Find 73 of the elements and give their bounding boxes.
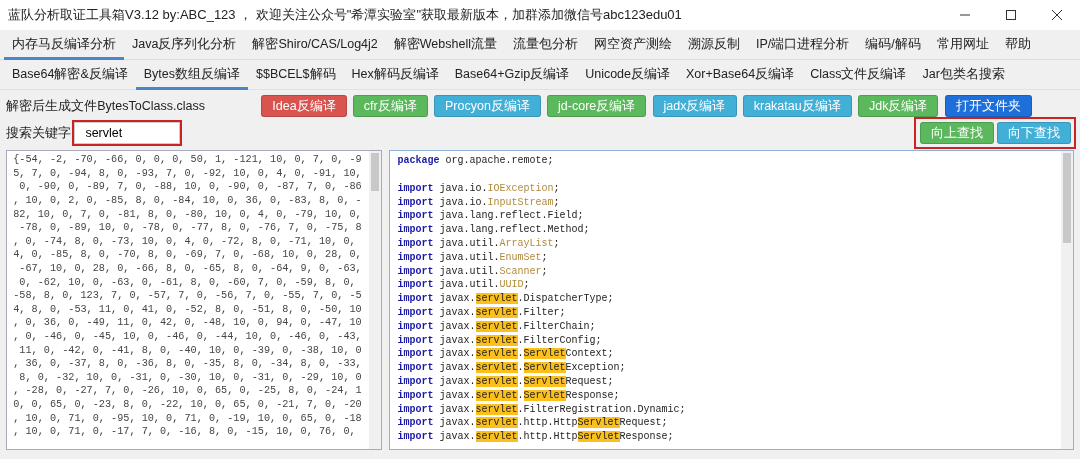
tab[interactable]: Unicode反编译: [577, 60, 679, 90]
byte-array-line: , 0, -46, 0, -45, 10, 0, -46, 0, -44, 10, 0, -46, 0, -43,: [13, 329, 363, 344]
code-line: import javax.servlet.http.HttpServletResponse;: [397, 430, 675, 444]
maximize-icon: [1005, 9, 1017, 21]
code-line: import javax.servlet.Filter;: [397, 306, 567, 320]
byte-array-line: -58, 8, 0, 123, 7, 0, -57, 7, 0, -56, 7, 0, -55, 7, 0, -5: [13, 289, 363, 303]
search-field[interactable]: servlet: [74, 122, 181, 145]
scrollbar[interactable]: [369, 151, 382, 450]
output-file-note: 解密后生成文件BytesToClass.class: [6, 97, 206, 115]
code-line: import javax.servlet.FilterConfig;: [397, 333, 603, 348]
tab[interactable]: Jar包类名搜索: [914, 60, 1013, 90]
tab[interactable]: Bytes数组反编译: [135, 60, 248, 90]
scrollbar-thumb[interactable]: [1062, 153, 1071, 244]
code-line: import java.util.ArrayList;: [397, 237, 561, 251]
tab[interactable]: 编码/解码: [857, 30, 929, 60]
search-label: 搜索关键字: [6, 124, 72, 142]
byte-array-line: , 0, -74, 8, 0, -73, 10, 0, 4, 0, -72, 8, 0, -71, 10, 0,: [13, 234, 357, 249]
code-line: import javax.servlet.ServletResponse;: [397, 388, 621, 403]
tab[interactable]: Base64+Gzip反编译: [446, 60, 578, 90]
tab[interactable]: 帮助: [996, 30, 1039, 60]
code-line: import java.lang.reflect.Field;: [397, 209, 585, 224]
byte-array-line: 8, 0, -32, 10, 0, -31, 0, -30, 10, 0, -31, 0, -29, 10, 0: [18, 370, 363, 385]
window-title: 蓝队分析取证工具箱V3.12 by:ABC_123 ， 欢迎关注公众号"希潭实验室"获取最新版本，加群添加微信号abc123edu01: [8, 6, 683, 25]
tab[interactable]: IP/端口进程分析: [747, 30, 858, 60]
byte-array-line: , -28, 0, -27, 7, 0, -26, 10, 0, 65, 0, -25, 8, 0, -24, 1: [13, 384, 363, 398]
scrollbar[interactable]: [1060, 151, 1073, 450]
close-icon: [1051, 9, 1063, 21]
byte-array-line: , 36, 0, -37, 8, 0, -36, 8, 0, -35, 8, 0, -34, 8, 0, -33,: [13, 357, 363, 371]
byte-array-line: -78, 0, -89, 10, 0, -78, 0, -77, 8, 0, -76, 7, 0, -75, 8: [18, 221, 363, 235]
byte-array-line: , 10, 0, 71, 0, -17, 7, 0, -16, 8, 0, -15, 10, 0, 76, 0,: [13, 425, 357, 439]
byte-array-line: 11, 0, -42, 0, -41, 8, 0, -40, 10, 0, -39, 0, -38, 10, 0: [18, 343, 363, 358]
tab[interactable]: Java反序列化分析: [124, 30, 245, 60]
code-line: import javax.servlet.ServletException;: [397, 361, 627, 375]
tab[interactable]: 常用网址: [928, 30, 997, 60]
byte-array-line: {-54, -2, -70, -66, 0, 0, 0, 50, 1, -121, 10, 0, 7, 0, -9: [13, 153, 363, 167]
decompile-button[interactable]: Idea反编译: [261, 95, 347, 118]
code-line: import java.util.Scanner;: [397, 264, 549, 279]
byte-array-line: 0, 0, 65, 0, -23, 8, 0, -22, 10, 0, 65, 0, -21, 7, 0, -20: [13, 397, 363, 412]
byte-array-line: , 10, 0, 2, 0, -85, 8, 0, -84, 10, 0, 36, 0, -83, 8, 0, -: [13, 194, 363, 208]
tab[interactable]: Xor+Base64反编译: [678, 60, 803, 90]
tab[interactable]: 溯源反制: [679, 30, 748, 60]
code-line: import javax.servlet.DispatcherType;: [397, 292, 615, 306]
byte-array-line: 0, -90, 0, -89, 7, 0, -88, 10, 0, -90, 0, -87, 7, 0, -86: [18, 180, 363, 195]
decompile-button[interactable]: 打开文件夹: [944, 95, 1032, 118]
code-line: import javax.servlet.ServletContext;: [397, 347, 615, 362]
code-line: package org.apache.remote;: [397, 154, 555, 169]
byte-array-line: -67, 10, 0, 28, 0, -66, 8, 0, -65, 8, 0, -64, 9, 0, -63,: [18, 262, 363, 276]
code-line: import javax.servlet.FilterChain;: [397, 319, 597, 334]
tab[interactable]: 网空资产测绘: [585, 30, 680, 60]
byte-array-line: , 10, 0, 71, 0, -95, 10, 0, 71, 0, -19, 10, 0, 65, 0, -18: [13, 411, 363, 426]
byte-array-line: , 0, 36, 0, -49, 11, 0, 42, 0, -48, 10, 0, 94, 0, -47, 10: [13, 316, 363, 330]
tab[interactable]: 解密Webshell流量: [385, 30, 505, 60]
code-line: import java.util.EnumSet;: [397, 250, 549, 265]
code-line: import java.io.InputStream;: [397, 195, 561, 210]
tab[interactable]: $$BCEL$解码: [248, 60, 344, 90]
tab[interactable]: 内存马反编译分析: [4, 30, 124, 60]
code-line: import javax.servlet.FilterRegistration.Dynamic;: [397, 402, 687, 417]
byte-array-line: 82, 10, 0, 7, 0, -81, 8, 0, -80, 10, 0, 4, 0, -79, 10, 0,: [13, 207, 363, 222]
tab[interactable]: Base64解密&反编译: [4, 60, 136, 90]
scrollbar-thumb[interactable]: [371, 153, 380, 192]
tab[interactable]: Class文件反编译: [802, 60, 915, 90]
byte-array-line: 4, 0, -85, 8, 0, -70, 8, 0, -69, 7, 0, -68, 10, 0, 28, 0,: [13, 248, 363, 262]
code-line: import java.lang.reflect.Method;: [397, 223, 591, 238]
tab[interactable]: 解密Shiro/CAS/Log4j2: [244, 30, 386, 60]
code-line: import java.io.IOException;: [397, 181, 561, 196]
byte-array-line: 0, -62, 10, 0, -63, 0, -61, 8, 0, -60, 7, 0, -59, 8, 0,: [18, 275, 357, 290]
tab[interactable]: Hex解码反编译: [343, 60, 447, 90]
code-line: import javax.servlet.http.HttpServletRequest;: [397, 416, 669, 431]
tab[interactable]: 流量包分析: [504, 30, 586, 60]
code-line: import javax.servlet.ServletRequest;: [397, 375, 615, 389]
byte-array-line: 4, 8, 0, -53, 11, 0, 41, 0, -52, 8, 0, -51, 8, 0, -50, 10: [13, 302, 363, 317]
byte-array-line: 5, 7, 0, -94, 8, 0, -93, 7, 0, -92, 10, 0, 4, 0, -91, 10,: [13, 166, 363, 181]
code-line: import java.util.UUID;: [397, 278, 531, 293]
